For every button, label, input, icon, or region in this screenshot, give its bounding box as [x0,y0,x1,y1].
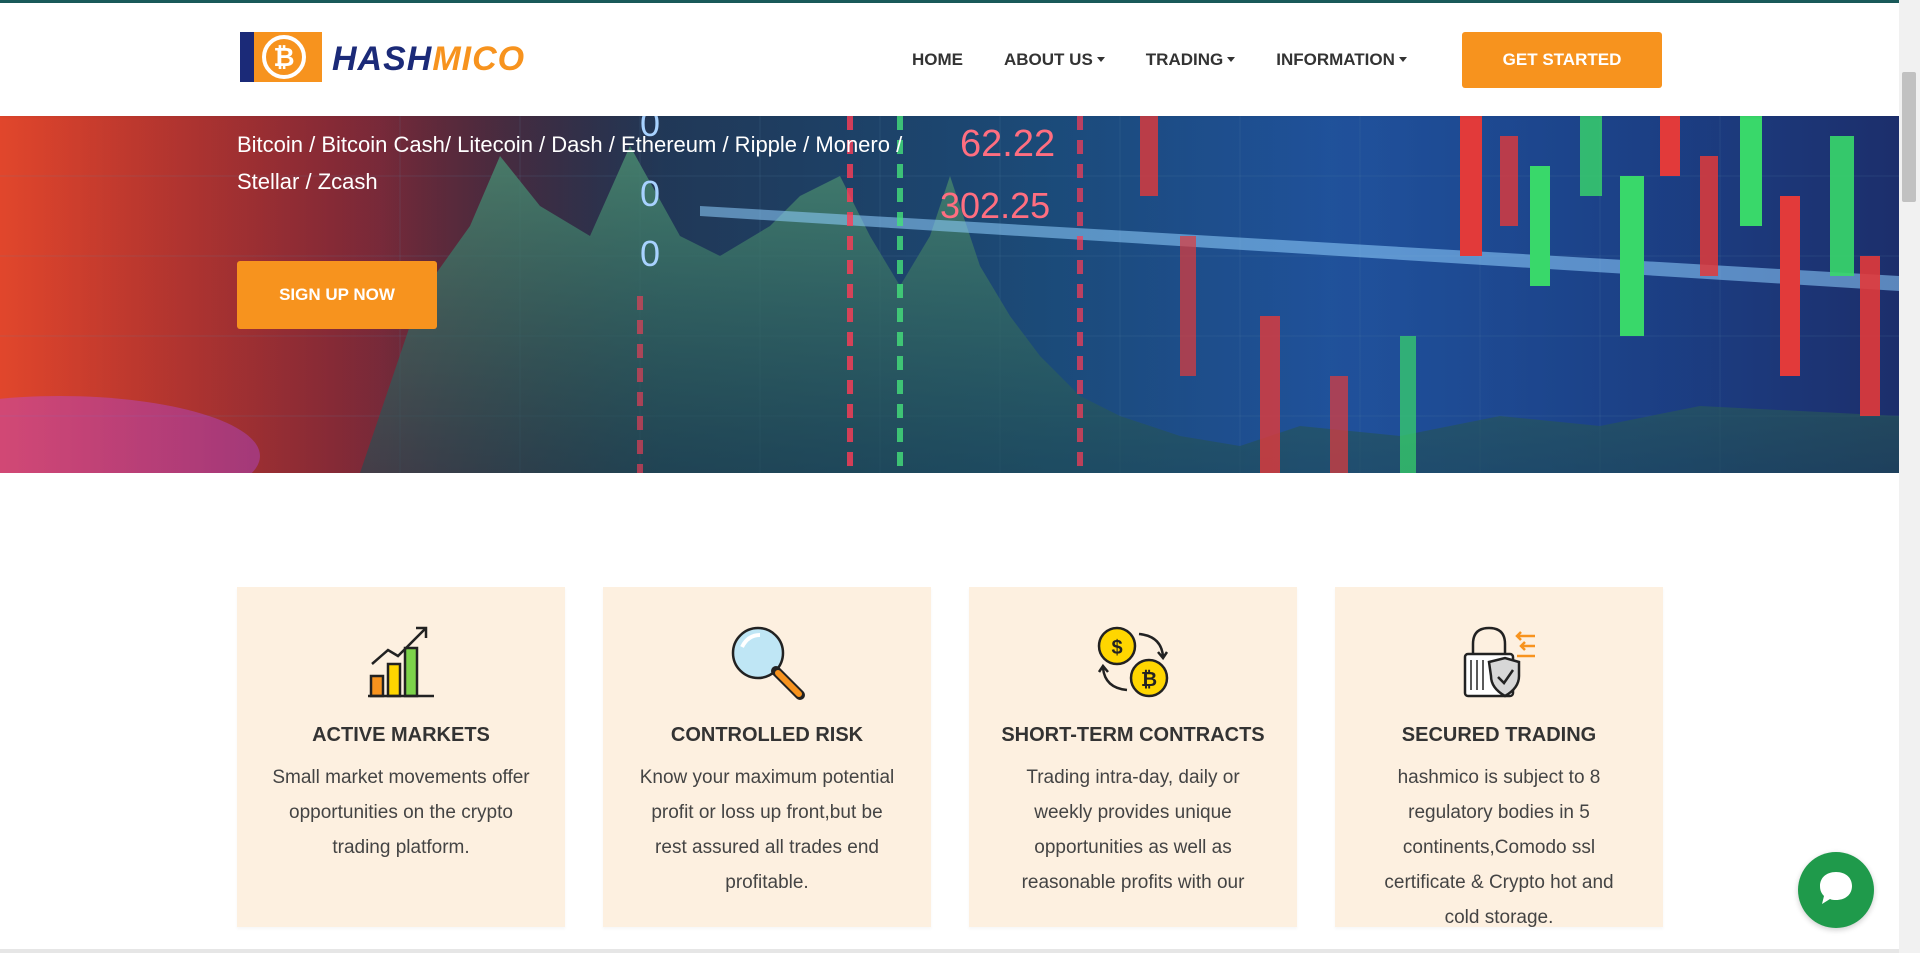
feature-card-short-term-contracts: $ ₿ SHORT-TERM CONTRACTS Trading intra-d… [969,587,1297,927]
feature-title: SHORT-TERM CONTRACTS [1001,724,1265,746]
vertical-scrollbar-thumb[interactable] [1902,72,1916,202]
feature-card-controlled-risk: CONTROLLED RISK Know your maximum potent… [603,587,931,927]
currency-exchange-icon: $ ₿ [999,623,1267,701]
chevron-down-icon [1227,57,1236,62]
chevron-down-icon [1398,57,1407,62]
site-header: ₿ HASHMICO HOME ABOUT US TRADING INFORMA… [0,3,1899,116]
svg-text:₿: ₿ [273,42,294,72]
security-lock-icon [1365,623,1633,701]
nav-trading[interactable]: TRADING [1145,49,1236,70]
nav-home-label: HOME [912,49,963,69]
sign-up-now-button[interactable]: SIGN UP NOW [237,261,437,329]
svg-text:$: $ [1111,637,1122,659]
feature-description: Know your maximum potential profit or lo… [639,767,895,893]
logo-wordmark: HASHMICO [332,32,525,86]
feature-card-secured-trading: SECURED TRADING hashmico is subject to 8… [1335,587,1663,928]
hero-banner: 62.22 302.25 0 0 0 Bitcoin / Bitcoin Cas… [0,116,1899,473]
nav-about-us[interactable]: ABOUT US [1004,50,1105,70]
svg-text:₿: ₿ [1141,669,1157,691]
features-section: ACTIVE MARKETS Small market movements of… [237,587,1663,928]
feature-description: hashmico is subject to 8 regulatory bodi… [1384,767,1614,928]
supported-coins-text: Bitcoin / Bitcoin Cash/ Litecoin / Dash … [237,132,903,194]
site-logo[interactable]: ₿ HASHMICO [240,30,525,89]
ticker-value-4: 0 [640,233,660,274]
ticker-value-1: 62.22 [960,123,1055,165]
feature-card-active-markets: ACTIVE MARKETS Small market movements of… [237,587,565,927]
magnifier-icon [633,623,901,701]
nav-home[interactable]: HOME [912,50,963,70]
feature-title: SECURED TRADING [1401,724,1597,746]
get-started-button[interactable]: GET STARTED [1462,32,1662,88]
horizontal-scrollbar-track[interactable] [0,949,1899,953]
feature-description: Small market movements offer opportuniti… [272,767,530,858]
main-navigation: HOME ABOUT US TRADING INFORMATION [912,3,1448,116]
nav-information[interactable]: INFORMATION [1276,50,1407,70]
live-chat-button[interactable] [1798,852,1874,928]
nav-about-us-label: ABOUT US [1004,49,1093,69]
logo-text-hash: HASH [332,40,433,78]
growth-chart-icon [267,623,535,701]
feature-title: CONTROLLED RISK [670,724,864,746]
feature-title: ACTIVE MARKETS [312,724,490,746]
feature-description: Trading intra-day, daily or weekly provi… [1021,767,1245,893]
nav-trading-label: TRADING [1145,49,1224,69]
bitcoin-logo-icon: ₿ [240,30,322,89]
nav-information-label: INFORMATION [1276,49,1395,69]
logo-text-mico: MICO [432,40,526,78]
chat-bubble-icon [1816,868,1856,913]
chevron-down-icon [1096,57,1105,62]
